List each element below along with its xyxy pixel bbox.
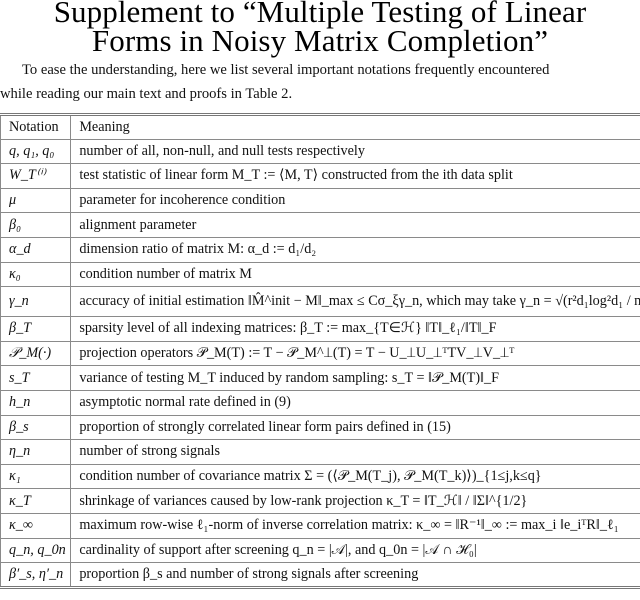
meaning-cell: shrinkage of variances caused by low-ran…	[70, 488, 640, 514]
notation-cell: η_n	[0, 439, 72, 465]
notation-cell: 𝒫_M(·)	[0, 341, 72, 367]
intro-line-2: while reading our main text and proofs i…	[0, 86, 293, 102]
table-row: κ_∞ maximum row-wise ℓ₁-norm of inverse c…	[0, 513, 640, 539]
meaning-cell: variance of testing M_T induced by rando…	[70, 365, 640, 391]
meaning-cell: number of strong signals	[70, 439, 640, 465]
table-header-row: Notation Meaning	[0, 114, 640, 140]
meaning-cell: accuracy of initial estimation ‖M̂^init …	[70, 286, 640, 318]
table-row: β₀ alignment parameter	[0, 212, 640, 238]
meaning-cell: proportion of strongly correlated linear…	[70, 415, 640, 441]
table-row: β_s proportion of strongly correlated lin…	[0, 415, 640, 441]
table-row: μ parameter for incoherence condition	[0, 188, 640, 214]
intro-line-1: To ease the understanding, here we list …	[22, 62, 550, 78]
meaning-cell: alignment parameter	[70, 212, 640, 238]
notation-cell: κ₁	[0, 464, 72, 490]
table-row: q, q₁, q₀ number of all, non-null, and nu…	[0, 139, 640, 165]
notation-cell: κ_T	[0, 488, 72, 514]
notation-cell: s_T	[0, 365, 72, 391]
meaning-cell: asymptotic normal rate defined in (9)	[70, 390, 640, 416]
meaning-cell: proportion β_s and number of strong sign…	[70, 562, 640, 588]
notation-cell: β_T	[0, 316, 72, 342]
notation-cell: κ_∞	[0, 513, 72, 539]
table-body: q, q₁, q₀ number of all, non-null, and nu…	[0, 139, 640, 588]
meaning-cell: dimension ratio of matrix M: α_d := d₁/d…	[70, 237, 640, 263]
table-row: h_n asymptotic normal rate defined in (9)	[0, 390, 640, 416]
table-row: κ₁ condition number of covariance matrix …	[0, 464, 640, 490]
meaning-cell: sparsity level of all indexing matrices:…	[70, 316, 640, 342]
notation-cell: q_n, q_0n	[0, 538, 72, 564]
notation-cell: β₀	[0, 212, 72, 238]
table-row: κ_T shrinkage of variances caused by low-…	[0, 488, 640, 514]
meaning-cell: condition number of covariance matrix Σ …	[70, 464, 640, 490]
meaning-cell: maximum row-wise ℓ₁-norm of inverse corr…	[70, 513, 640, 539]
notation-cell: W_T⁽ⁱ⁾	[0, 163, 72, 189]
meaning-cell: test statistic of linear form M_T := ⟨M,…	[70, 163, 640, 189]
table-row: η_n number of strong signals	[0, 439, 640, 465]
notation-cell: q, q₁, q₀	[0, 139, 72, 165]
table-row: γ_n accuracy of initial estimation ‖M̂^in…	[0, 286, 640, 318]
header-notation: Notation	[0, 114, 72, 140]
notation-cell: α_d	[0, 237, 72, 263]
notation-cell: β_s	[0, 415, 72, 441]
meaning-cell: parameter for incoherence condition	[70, 188, 640, 214]
table-row: β′_s, η′_n proportion β_s and number of s…	[0, 562, 640, 588]
header-meaning: Meaning	[70, 114, 640, 140]
table-row: s_T variance of testing M_T induced by ra…	[0, 365, 640, 391]
table-row: 𝒫_M(·) projection operators 𝒫_M(T) := T −…	[0, 341, 640, 367]
meaning-cell: cardinality of support after screening q…	[70, 538, 640, 564]
title-line-2: Forms in Noisy Matrix Completion”	[91, 23, 549, 58]
table-row: q_n, q_0n cardinality of support after sc…	[0, 538, 640, 564]
notation-table-wrapper: Notation Meaning q, q₁, q₀ number of all,…	[0, 113, 640, 589]
table-row: W_T⁽ⁱ⁾ test statistic of linear form M_T …	[0, 163, 640, 189]
notation-cell: β′_s, η′_n	[0, 562, 72, 588]
table-row: α_d dimension ratio of matrix M: α_d := d…	[0, 237, 640, 263]
notation-cell: μ	[0, 188, 72, 214]
notation-cell: h_n	[0, 390, 72, 416]
meaning-cell: projection operators 𝒫_M(T) := T − 𝒫_M^⊥…	[70, 341, 640, 367]
table-row: κ₀ condition number of matrix M	[0, 262, 640, 288]
notation-cell: γ_n	[0, 286, 72, 318]
meaning-cell: number of all, non-null, and null tests …	[70, 139, 640, 165]
meaning-cell: condition number of matrix M	[70, 262, 640, 288]
notation-table: Notation Meaning q, q₁, q₀ number of all,…	[0, 113, 640, 589]
notation-cell: κ₀	[0, 262, 72, 288]
table-row: β_T sparsity level of all indexing matric…	[0, 316, 640, 342]
